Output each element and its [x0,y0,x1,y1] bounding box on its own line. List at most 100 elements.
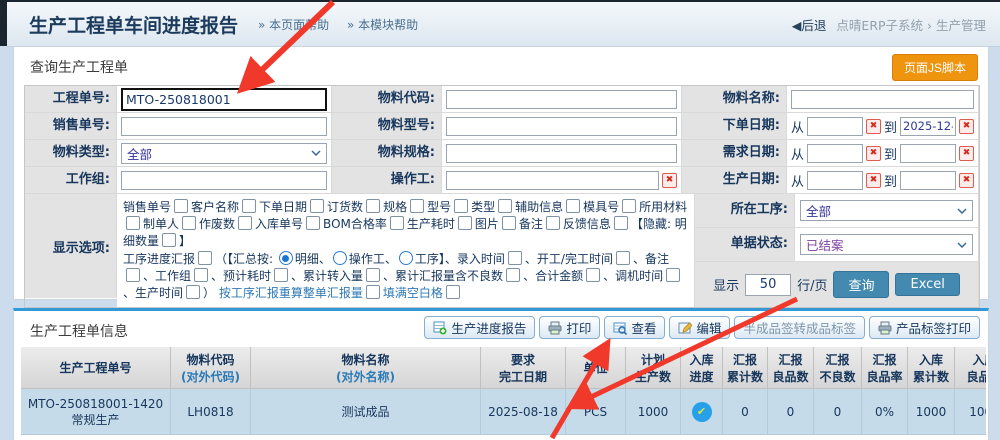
option-text: 所用材料 [639,200,687,214]
page-help-link[interactable]: » 本页面帮助 [258,18,329,32]
clear-operator-icon[interactable]: ✖ [662,173,677,188]
clear-date-icon[interactable]: ✖ [866,146,881,161]
option-checkbox[interactable] [454,199,468,213]
option-checkbox[interactable] [614,216,628,230]
option-radio[interactable] [399,251,413,265]
option-checkbox[interactable] [366,199,380,213]
option-checkbox[interactable] [502,216,516,230]
clear-date-icon[interactable]: ✖ [866,119,881,134]
clear-date-icon[interactable]: ✖ [866,173,881,188]
column-header[interactable]: 汇报良品率 [862,347,908,389]
option-checkbox[interactable] [586,268,600,282]
table-row[interactable]: MTO-250818001-1420 常规生产LH0818测试成品2025-08… [21,389,986,435]
column-header[interactable]: 单位 [566,347,626,389]
sales-no-label: 销售单号: [25,113,117,140]
option-link[interactable]: 填满空白格 [383,286,443,300]
work-group-input[interactable] [121,171,327,190]
column-header[interactable]: 汇报不良数 [814,347,862,389]
option-checkbox[interactable] [310,199,324,213]
option-text: 作废数 [199,217,235,231]
rows-per-page-input[interactable] [745,274,791,296]
option-checkbox[interactable] [194,268,208,282]
option-checkbox[interactable] [126,268,140,282]
option-checkbox[interactable] [458,216,472,230]
demand-date-from-input[interactable] [807,144,863,163]
option-checkbox[interactable] [238,216,252,230]
search-button[interactable]: 查询 [833,271,889,298]
column-header[interactable]: 物料名称(对外名称) [251,347,481,389]
option-checkbox[interactable] [174,199,188,213]
option-checkbox[interactable] [366,268,380,282]
column-header[interactable]: 汇报累计数 [723,347,768,389]
option-checkbox[interactable] [182,216,196,230]
option-checkbox[interactable] [666,268,680,282]
option-checkbox[interactable] [506,268,520,282]
column-header[interactable]: 入库累计数 [908,347,955,389]
option-text: 模具号 [583,200,619,214]
column-header[interactable]: 入库良品数 [955,347,986,389]
edit-button[interactable]: 编辑 [669,316,730,339]
column-header[interactable]: 入库进度 [681,347,723,389]
material-type-select[interactable]: 全部 [121,143,327,164]
option-text: 、开工/完工时间 [525,252,613,266]
option-checkbox[interactable] [566,199,580,213]
column-header[interactable]: 生产工程单号 [21,347,171,389]
option-radio[interactable] [333,251,347,265]
option-link[interactable]: 按工序汇报重算整单汇报量 [219,286,363,300]
option-checkbox[interactable] [622,199,636,213]
table-cell: 测试成品 [251,389,481,435]
option-checkbox[interactable] [498,199,512,213]
clear-date-icon[interactable]: ✖ [959,173,974,188]
semi-to-finished-label-button[interactable]: 半成品签转成品标签 [734,316,865,339]
option-checkbox[interactable] [616,251,630,265]
sales-no-input[interactable] [121,117,327,136]
option-checkbox[interactable] [546,216,560,230]
order-no-input[interactable] [121,88,327,111]
page-js-script-button[interactable]: 页面JS脚本 [892,54,978,81]
clear-date-icon[interactable]: ✖ [959,119,974,134]
option-checkbox[interactable] [126,216,140,230]
option-checkbox[interactable] [274,268,288,282]
option-checkbox[interactable] [162,233,176,247]
option-checkbox[interactable] [306,216,320,230]
module-help-link[interactable]: » 本模块帮助 [347,18,418,32]
order-date-from-input[interactable] [807,117,863,136]
option-radio[interactable] [279,251,293,265]
demand-date-to-input[interactable] [900,144,956,163]
column-header[interactable]: 计划生产数 [626,347,681,389]
option-checkbox[interactable] [508,251,522,265]
material-code-input[interactable] [446,90,677,109]
production-date-to-input[interactable] [900,171,956,190]
clear-date-icon[interactable]: ✖ [959,146,974,161]
option-checkbox[interactable] [390,216,404,230]
operator-input[interactable] [446,171,659,190]
current-process-select[interactable]: 全部 [800,200,973,221]
print-button[interactable]: 打印 [539,316,600,339]
option-checkbox[interactable] [198,251,212,265]
column-header[interactable]: 物料代码(对外代码) [171,347,251,389]
option-checkbox[interactable] [186,285,200,299]
option-checkbox[interactable] [410,199,424,213]
from-label: 从 [791,171,804,190]
production-date-label: 生产日期: [682,167,787,194]
production-date-from-input[interactable] [807,171,863,190]
order-date-to-input[interactable] [900,117,956,136]
doc-status-select[interactable]: 已结案 [800,234,973,255]
from-label: 从 [791,117,804,136]
excel-button[interactable]: Excel [895,273,959,296]
product-label-print-button[interactable]: 产品标签打印 [869,316,980,339]
progress-report-button[interactable]: 生产进度报告 [424,316,535,339]
view-button[interactable]: 查看 [604,316,665,339]
material-spec-input[interactable] [446,144,677,163]
report-add-icon [433,321,447,335]
material-name-input[interactable] [791,90,974,109]
column-header[interactable]: 要求完工日期 [481,347,566,389]
option-checkbox[interactable] [242,199,256,213]
chevron-down-icon [957,242,967,248]
back-button[interactable]: ◀后退 [792,15,827,34]
option-checkbox[interactable] [366,285,380,299]
material-model-input[interactable] [446,117,677,136]
column-header[interactable]: 汇报良品数 [768,347,814,389]
option-checkbox[interactable] [446,285,460,299]
option-text: 下单日期 [259,200,307,214]
